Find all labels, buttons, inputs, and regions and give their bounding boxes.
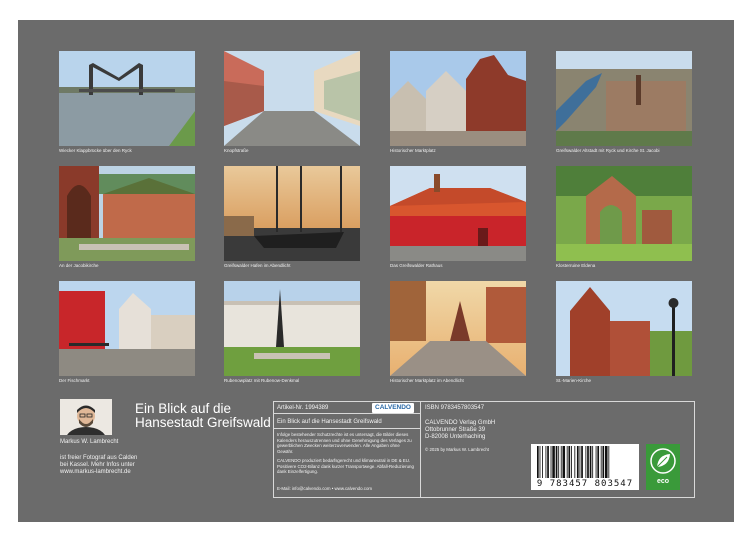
barcode-bar — [589, 446, 592, 478]
contact-email: E-Mail: info@calvendo.com • www.calvendo… — [277, 486, 373, 491]
barcode-bar — [602, 446, 605, 478]
product-title: Ein Blick auf die Hansestadt Greifswald — [277, 419, 382, 425]
photo-caption: St.-Marien-Kirche — [556, 378, 592, 383]
barcode-bar — [587, 446, 589, 478]
barcode-bar — [555, 446, 558, 478]
photo-historic-market — [390, 51, 526, 146]
author-bio: ist freier Fotograf aus Calden bei Kasse… — [60, 455, 138, 475]
barcode-bar — [608, 446, 610, 478]
info-divider — [420, 401, 421, 497]
barcode-bar — [552, 446, 555, 478]
photo-aerial-old-town — [556, 51, 692, 146]
barcode-bar — [539, 446, 541, 478]
barcode-bar — [595, 446, 597, 478]
calendar-title: Ein Blick auf die Hansestadt Greifswald — [135, 401, 271, 430]
info-divider — [273, 413, 420, 414]
barcode-bar — [581, 446, 583, 478]
eco-label: eco — [656, 478, 670, 485]
barcode-bar — [576, 446, 579, 478]
barcode-bar — [550, 446, 552, 478]
photo-caption: Greifswalder Altstadt mit Ryck und Kirch… — [556, 148, 660, 153]
photo-caption: Knopfstraße — [224, 148, 249, 153]
copyright-notice: Infolge bestehender Schutzrechte ist es … — [277, 432, 412, 454]
barcode-bar — [574, 446, 576, 478]
barcode-bar — [568, 446, 571, 478]
leaf-icon — [650, 448, 676, 474]
photo-knopfstrasse — [224, 51, 360, 146]
photo-caption: Wiecker Klappbrücke über den Ryck — [59, 148, 132, 153]
author-name: Markus W. Lambrecht — [60, 439, 119, 445]
author-portrait — [60, 399, 112, 435]
photo-caption: Greifswalder Hafen im Abendlicht — [224, 263, 291, 268]
barcode-bar — [571, 446, 572, 478]
isbn-barcode: 9 783457 803547 — [531, 444, 639, 490]
photo-market-evening — [390, 281, 526, 376]
photo-town-hall — [390, 166, 526, 261]
barcode-bar — [579, 446, 581, 478]
barcode-digits: 9 783457 803547 — [536, 479, 634, 489]
photo-caption: An der Jacobikirche — [59, 263, 99, 268]
photo-harbour-evening — [224, 166, 360, 261]
photo-rubenowplatz — [224, 281, 360, 376]
article-number: Artikel-Nr. 1994389 — [277, 405, 329, 411]
barcode-bar — [542, 446, 543, 478]
barcode-bar — [537, 446, 539, 478]
publisher-city: D-82008 Unterhaching — [425, 434, 486, 440]
barcode-bar — [592, 446, 594, 478]
barcode-bar — [600, 446, 602, 478]
publisher-street: Ottobrunner Straße 39 — [425, 427, 486, 433]
photo-caption: Klosterruine Eldena — [556, 263, 596, 268]
photo-fischmarkt — [59, 281, 195, 376]
barcode-bar — [585, 446, 587, 478]
eco-badge: eco — [646, 444, 680, 490]
barcode-bar — [597, 446, 600, 478]
photo-caption: Der Fischmarkt — [59, 378, 90, 383]
photo-eldena-ruin — [556, 166, 692, 261]
publisher-name: CALVENDO Verlag GmbH — [425, 420, 496, 426]
production-notice: CALVENDO produziert bedarfsgerecht und k… — [277, 458, 414, 475]
barcode-bar — [605, 446, 608, 478]
photo-caption: Historischer Marktplatz — [390, 148, 436, 153]
photo-st-marien — [556, 281, 692, 376]
barcode-bar — [545, 446, 547, 478]
calvendo-logo: CALVENDO — [372, 403, 414, 413]
barcode-bar — [562, 446, 566, 478]
photo-wiecker-bridge — [59, 51, 195, 146]
publisher-copyright: © 2025 by Markus W. Lambrecht — [425, 447, 489, 452]
barcode-bar — [566, 446, 568, 478]
photo-jacobikirche — [59, 166, 195, 261]
barcode-bar — [558, 446, 560, 478]
photo-caption: Das Greifswalder Rathaus — [390, 263, 443, 268]
info-divider — [273, 428, 420, 429]
barcode-bar — [560, 446, 562, 478]
barcode-bar — [547, 446, 549, 478]
photo-caption: Historischer Marktplatz im Abendlicht — [390, 378, 464, 383]
isbn: ISBN 9783457803547 — [425, 405, 485, 411]
photo-caption: Rubenowplatz mit Rubenow-Denkmal — [224, 378, 300, 383]
